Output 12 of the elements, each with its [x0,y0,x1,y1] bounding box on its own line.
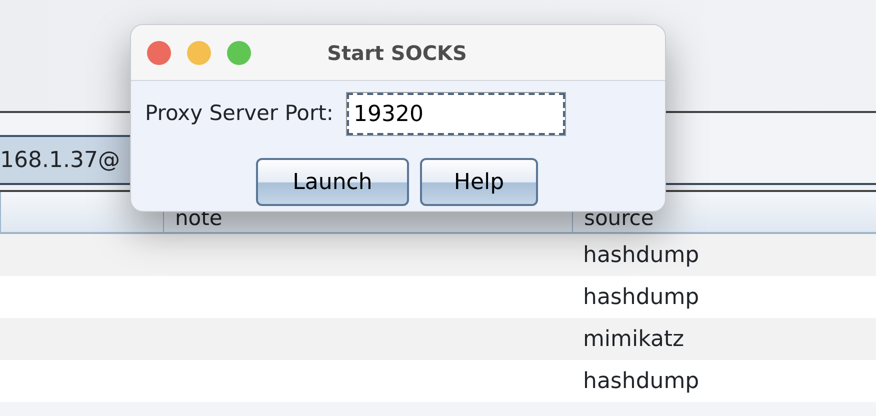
table-cell-text: hashdump [582,242,700,270]
table-cell-text: mimikatz [582,326,686,354]
zoom-button[interactable] [227,40,251,64]
help-button[interactable]: Help [420,158,538,206]
close-button[interactable] [147,40,171,64]
port-field[interactable]: 19320 [347,93,566,135]
table-cell-text: hashdump [582,284,700,312]
window-title: Start SOCKS [327,40,467,66]
field-label: Proxy Server Port: [145,100,334,128]
table-cell-text: hashdump [582,368,700,396]
launch-button[interactable]: Launch [256,158,409,206]
minimize-button[interactable] [187,40,211,64]
